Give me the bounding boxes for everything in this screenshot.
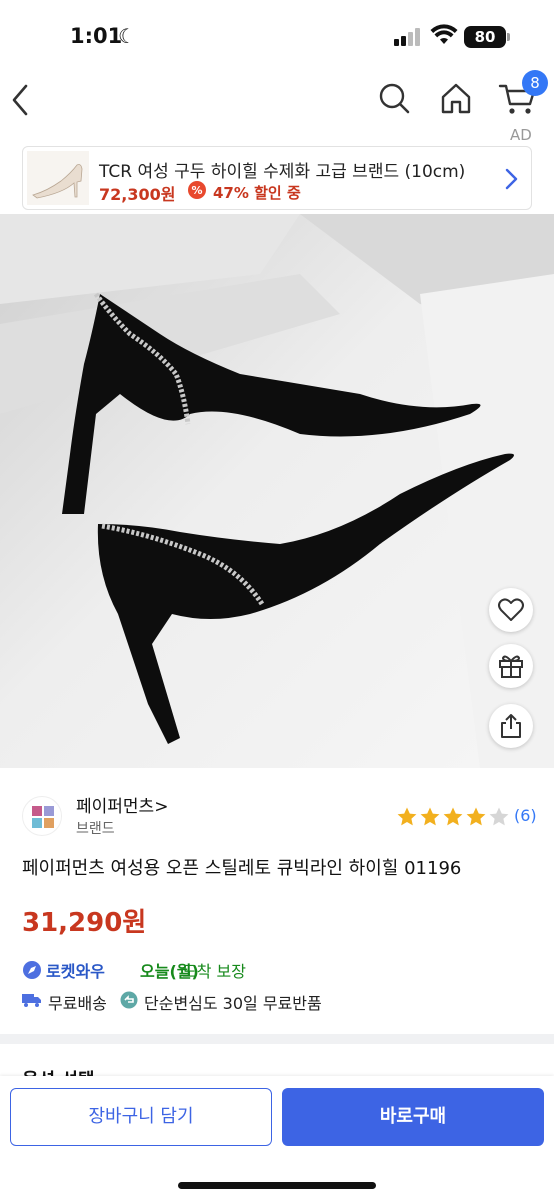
rocket-icon: [23, 961, 41, 979]
review-count[interactable]: (6): [514, 806, 537, 825]
buy-now-button[interactable]: 바로구매: [282, 1088, 544, 1146]
search-icon[interactable]: [376, 80, 412, 116]
battery-indicator: 80: [464, 26, 506, 48]
truck-icon: [22, 994, 41, 1007]
puzzle-logo-icon: [32, 806, 54, 828]
star-icon: [489, 807, 509, 826]
discount-badge-icon: %: [188, 181, 206, 199]
ad-discount: 47% 할인 중: [213, 184, 301, 202]
ad-label: AD: [510, 126, 532, 144]
product-image[interactable]: [0, 214, 554, 768]
add-to-cart-button[interactable]: 장바구니 담기: [10, 1088, 272, 1146]
svg-text:%: %: [191, 184, 202, 197]
share-button[interactable]: [489, 704, 533, 748]
home-indicator: [178, 1182, 376, 1189]
wishlist-button[interactable]: [489, 588, 533, 632]
product-page: 1:01 ☾ 80 8 AD TCR 여성 구두 하이힐 수제화 고급 브랜드 …: [0, 0, 554, 1200]
home-icon[interactable]: [438, 80, 474, 116]
back-icon[interactable]: [8, 82, 34, 118]
ad-shoe-thumbnail: [27, 151, 89, 205]
star-icon: [420, 807, 440, 826]
return-icon: [120, 991, 138, 1009]
battery-tip: [507, 33, 510, 41]
status-time: 1:01: [70, 24, 123, 48]
moon-icon: ☾: [118, 24, 136, 48]
share-icon: [501, 714, 521, 738]
gift-icon: [499, 655, 523, 678]
product-photo: [0, 214, 554, 768]
cart-count-badge: 8: [522, 70, 548, 96]
ad-title: TCR 여성 구두 하이힐 수제화 고급 브랜드 (10cm): [99, 162, 466, 182]
delivery-guarantee: 도착 보장: [182, 962, 246, 981]
ad-price: 72,300원: [99, 185, 176, 204]
brand-label: 브랜드: [76, 821, 115, 837]
wifi-icon: [430, 24, 458, 44]
free-shipping-label: 무료배송: [48, 994, 107, 1013]
status-bar: 1:01 ☾ 80: [0, 0, 554, 76]
gift-button[interactable]: [489, 644, 533, 688]
heart-icon: [498, 598, 524, 621]
chevron-right-icon: [505, 168, 518, 190]
star-icon: [466, 807, 486, 826]
top-nav: [0, 76, 554, 124]
brand-logo[interactable]: [22, 796, 62, 836]
star-icon: [443, 807, 463, 826]
product-price: 31,290원: [22, 908, 147, 938]
rocket-wow-label: 로켓와우: [46, 962, 105, 981]
brand-name-link[interactable]: 페이퍼먼츠>: [76, 792, 168, 817]
ad-banner[interactable]: TCR 여성 구두 하이힐 수제화 고급 브랜드 (10cm) 72,300원 …: [22, 146, 532, 210]
cellular-signal-icon: [394, 28, 422, 46]
section-divider: [0, 1034, 554, 1044]
free-return-label: 단순변심도 30일 무료반품: [144, 994, 322, 1013]
star-icon: [397, 807, 417, 826]
product-title: 페이퍼먼츠 여성용 오픈 스틸레토 큐빅라인 하이힐 01196: [22, 858, 462, 879]
